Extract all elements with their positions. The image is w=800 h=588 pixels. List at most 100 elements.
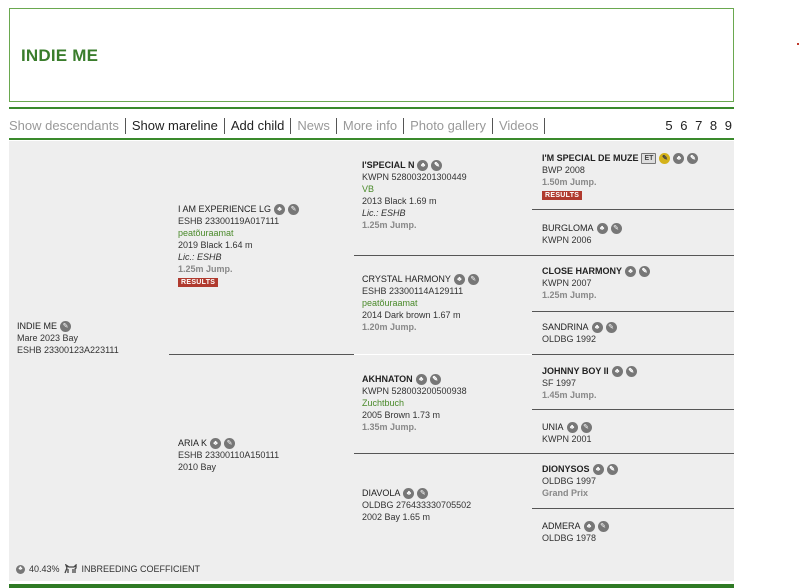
g3-line1: OLDBG 1997: [542, 476, 597, 486]
family-tree-icon[interactable]: ♣: [583, 520, 595, 532]
pencil-icon[interactable]: ✎: [224, 437, 236, 449]
g3-entry-3: CLOSE HARMONY ♣ ✎ KWPN 2007 1.25m Jump.: [542, 265, 651, 301]
pencil-icon[interactable]: ✎: [288, 203, 300, 215]
family-tree-icon[interactable]: ♣: [453, 273, 465, 285]
family-tree-icon[interactable]: ♣: [611, 365, 623, 377]
g3-divider-3: [532, 311, 734, 312]
page-title: INDIE ME: [21, 46, 99, 65]
ss-studbook: VB: [362, 184, 375, 194]
subject-name[interactable]: INDIE ME: [17, 320, 57, 332]
pagination[interactable]: 5 6 7 8 9: [665, 118, 734, 133]
tab-more-info[interactable]: More info: [337, 118, 405, 134]
ss-name[interactable]: I'SPECIAL N: [362, 159, 414, 171]
g3-name[interactable]: UNIA: [542, 421, 564, 433]
family-tree-icon[interactable]: ♣: [417, 159, 429, 171]
inbreeding-label: INBREEDING COEFFICIENT: [81, 564, 201, 574]
pencil-icon[interactable]: ✎: [417, 487, 429, 499]
tab-bar: Show descendants Show mareline Add child…: [9, 117, 546, 135]
dam-entry: ARIA K ♣ ✎ ESHB 23300110A150111 2010 Bay: [178, 437, 279, 473]
dd-name[interactable]: DIAVOLA: [362, 487, 400, 499]
sd-info: 2014 Dark brown 1.67 m: [362, 310, 461, 320]
g3-name[interactable]: JOHNNY BOY II: [542, 365, 609, 377]
g3-entry-7: DIONYSOS ♣ ✎ OLDBG 1997 Grand Prix: [542, 463, 618, 499]
pencil-icon[interactable]: ✎: [597, 520, 609, 532]
pencil-icon[interactable]: ✎: [467, 273, 479, 285]
g3-results-button[interactable]: RESULTS: [542, 191, 583, 200]
g3-extra: Grand Prix: [542, 488, 589, 498]
dam-name[interactable]: ARIA K: [178, 437, 207, 449]
g3-name[interactable]: I'M SPECIAL DE MUZE: [542, 152, 638, 164]
family-tree-icon[interactable]: ♣: [596, 222, 608, 234]
family-tree-icon[interactable]: ♣: [625, 265, 637, 277]
sire-name[interactable]: I AM EXPERIENCE LG: [178, 203, 271, 215]
pencil-icon[interactable]: ✎: [625, 365, 637, 377]
pencil-icon[interactable]: ✎: [687, 152, 699, 164]
pencil-icon[interactable]: ✎: [60, 320, 72, 332]
inbreeding-value: 40.43%: [29, 564, 60, 574]
pencil-icon[interactable]: ✎: [431, 159, 443, 171]
tab-show-mareline[interactable]: Show mareline: [126, 118, 225, 134]
g3-name[interactable]: SANDRINA: [542, 321, 589, 333]
g3-name[interactable]: DIONYSOS: [542, 463, 590, 475]
g3-entry-4: SANDRINA ♣ ✎ OLDBG 1992: [542, 321, 617, 345]
subject-line1: Mare 2023 Bay: [17, 333, 79, 343]
ds-jump: 1.35m Jump.: [362, 422, 417, 432]
sd-reg: ESHB 23300114A129111: [362, 286, 464, 296]
red-dot: [797, 43, 799, 45]
family-tree-icon[interactable]: ♣: [591, 321, 603, 333]
pencil-icon[interactable]: ✎: [639, 265, 651, 277]
sd-name[interactable]: CRYSTAL HARMONY: [362, 273, 451, 285]
pencil-icon[interactable]: ✎: [605, 321, 617, 333]
gold-medal-icon[interactable]: ✎: [659, 152, 671, 164]
g3-divider-1: [532, 209, 734, 210]
ss-reg: KWPN 528003201300449: [362, 172, 467, 182]
family-tree-icon[interactable]: ♣: [673, 152, 685, 164]
et-badge: ET: [641, 152, 657, 164]
family-tree-icon[interactable]: ♣: [592, 463, 604, 475]
sire-studbook: peatõuraamat: [178, 228, 234, 238]
ss-info: 2013 Black 1.69 m: [362, 196, 437, 206]
family-tree-icon[interactable]: ♣: [210, 437, 222, 449]
inbreeding-coefficient: ♣ 40.43% INBREEDING COEFFICIENT: [16, 564, 200, 574]
ds-name[interactable]: AKHNATON: [362, 373, 413, 385]
family-tree-icon[interactable]: ♣: [403, 487, 415, 499]
g3-line1: OLDBG 1978: [542, 533, 597, 543]
sire-info: 2019 Black 1.64 m: [178, 240, 253, 250]
family-tree-icon[interactable]: ♣: [415, 373, 427, 385]
g3-name[interactable]: ADMERA: [542, 520, 581, 532]
dd-info: 2002 Bay 1.65 m: [362, 512, 431, 522]
tab-add-child[interactable]: Add child: [225, 118, 292, 134]
g3-divider-2: [532, 255, 734, 256]
ds-studbook: Zuchtbuch: [362, 398, 405, 408]
g3-line1: KWPN 2007: [542, 278, 592, 288]
gen1-divider: [169, 354, 354, 355]
g3-divider-4: [532, 354, 734, 355]
family-tree-icon[interactable]: ♣: [566, 421, 578, 433]
g3-line1: KWPN 2001: [542, 434, 592, 444]
g3-name[interactable]: BURGLOMA: [542, 222, 594, 234]
g3-divider-5: [532, 409, 734, 410]
tab-show-descendants[interactable]: Show descendants: [9, 118, 126, 134]
pencil-icon[interactable]: ✎: [429, 373, 441, 385]
g3-line1: OLDBG 1992: [542, 334, 597, 344]
sire-results-button[interactable]: RESULTS: [178, 278, 219, 287]
tabs-divider: [9, 138, 734, 140]
tab-videos[interactable]: Videos: [493, 118, 546, 134]
dd-entry: DIAVOLA ♣ ✎ OLDBG 276433330705502 2002 B…: [362, 487, 471, 523]
tab-news[interactable]: News: [291, 118, 337, 134]
dam-info: 2010 Bay: [178, 462, 217, 472]
family-tree-icon[interactable]: ♣: [274, 203, 286, 215]
gen2-divider-top: [354, 255, 532, 256]
g3-entry-6: UNIA ♣ ✎ KWPN 2001: [542, 421, 592, 445]
g3-name[interactable]: CLOSE HARMONY: [542, 265, 622, 277]
ds-entry: AKHNATON ♣ ✎ KWPN 528003200500938 Zuchtb…: [362, 373, 467, 433]
pencil-icon[interactable]: ✎: [606, 463, 618, 475]
horse-icon: [63, 564, 77, 574]
tab-photo-gallery[interactable]: Photo gallery: [404, 118, 493, 134]
g3-extra: 1.25m Jump.: [542, 290, 597, 300]
sire-reg: ESHB 23300119A017111: [178, 216, 280, 226]
gen2-divider-bottom: [354, 453, 532, 454]
pencil-icon[interactable]: ✎: [610, 222, 622, 234]
pencil-icon[interactable]: ✎: [580, 421, 592, 433]
g3-entry-5: JOHNNY BOY II ♣ ✎ SF 1997 1.45m Jump.: [542, 365, 637, 401]
